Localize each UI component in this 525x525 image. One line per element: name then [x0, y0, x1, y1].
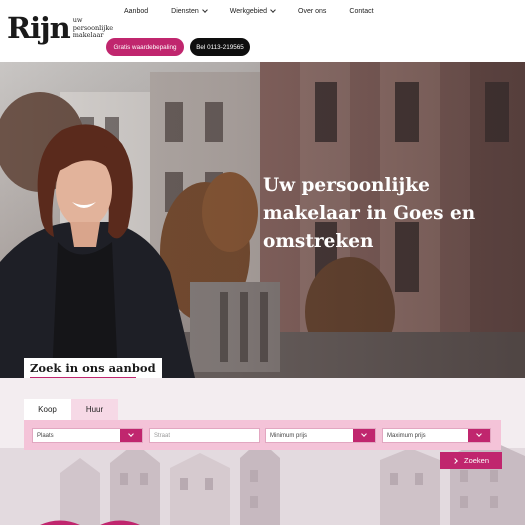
- nav-item-aanbod[interactable]: Aanbod: [124, 8, 148, 15]
- chevron-down-icon: [353, 429, 375, 442]
- nav-item-label: Aanbod: [124, 8, 149, 15]
- search-button-label: Zoeken: [463, 456, 490, 465]
- search-heading: Zoek in ons aanbod: [24, 358, 162, 378]
- nav-item-label: Diensten: [171, 8, 199, 15]
- nav-item-diensten[interactable]: Diensten: [171, 7, 208, 15]
- logo[interactable]: Rijn uw persoonlijke makelaar: [7, 14, 113, 43]
- tab-koop[interactable]: Koop: [24, 399, 71, 420]
- chevron-down-icon: [270, 7, 276, 13]
- min-price-value: Minimum prijs: [270, 432, 308, 439]
- tab-huur[interactable]: Huur: [71, 399, 118, 420]
- plaats-select-value: Plaats: [37, 432, 54, 439]
- nav-item-contact[interactable]: Contact: [349, 8, 373, 15]
- max-price-select[interactable]: Maximum prijs: [382, 428, 491, 443]
- nav-item-label: Over ons: [298, 8, 327, 15]
- min-price-select[interactable]: Minimum prijs: [265, 428, 376, 443]
- site-header: Rijn uw persoonlijke makelaar Aanbod Die…: [0, 0, 525, 62]
- plaats-select[interactable]: Plaats: [32, 428, 143, 443]
- call-button[interactable]: Bel 0113-219565: [190, 38, 250, 56]
- logo-mark: Rijn: [7, 11, 71, 45]
- chevron-down-icon: [468, 429, 490, 442]
- nav-item-label: Contact: [349, 8, 374, 15]
- logo-tagline-line: makelaar: [72, 31, 104, 39]
- hero-banner: Uw persoonlijke makelaar in Goes en omst…: [0, 62, 525, 378]
- search-button[interactable]: Zoeken: [440, 452, 502, 469]
- nav-item-over-ons[interactable]: Over ons: [298, 8, 326, 15]
- hero-title: Uw persoonlijke makelaar in Goes en omst…: [263, 175, 476, 252]
- straat-input[interactable]: Straat: [149, 428, 260, 443]
- straat-input-placeholder: Straat: [154, 432, 171, 439]
- logo-tagline: uw persoonlijke makelaar: [72, 16, 113, 40]
- nav-item-label: Werkgebied: [229, 8, 268, 15]
- chevron-down-icon: [120, 429, 142, 442]
- nav-item-werkgebied[interactable]: Werkgebied: [229, 7, 276, 15]
- main-nav: Aanbod Diensten Werkgebied Over ons Cont…: [124, 7, 397, 15]
- chevron-down-icon: [201, 7, 208, 13]
- valuation-button[interactable]: Gratis waardebepaling: [106, 38, 184, 56]
- max-price-value: Maximum prijs: [387, 432, 426, 439]
- chevron-right-icon: [452, 457, 458, 464]
